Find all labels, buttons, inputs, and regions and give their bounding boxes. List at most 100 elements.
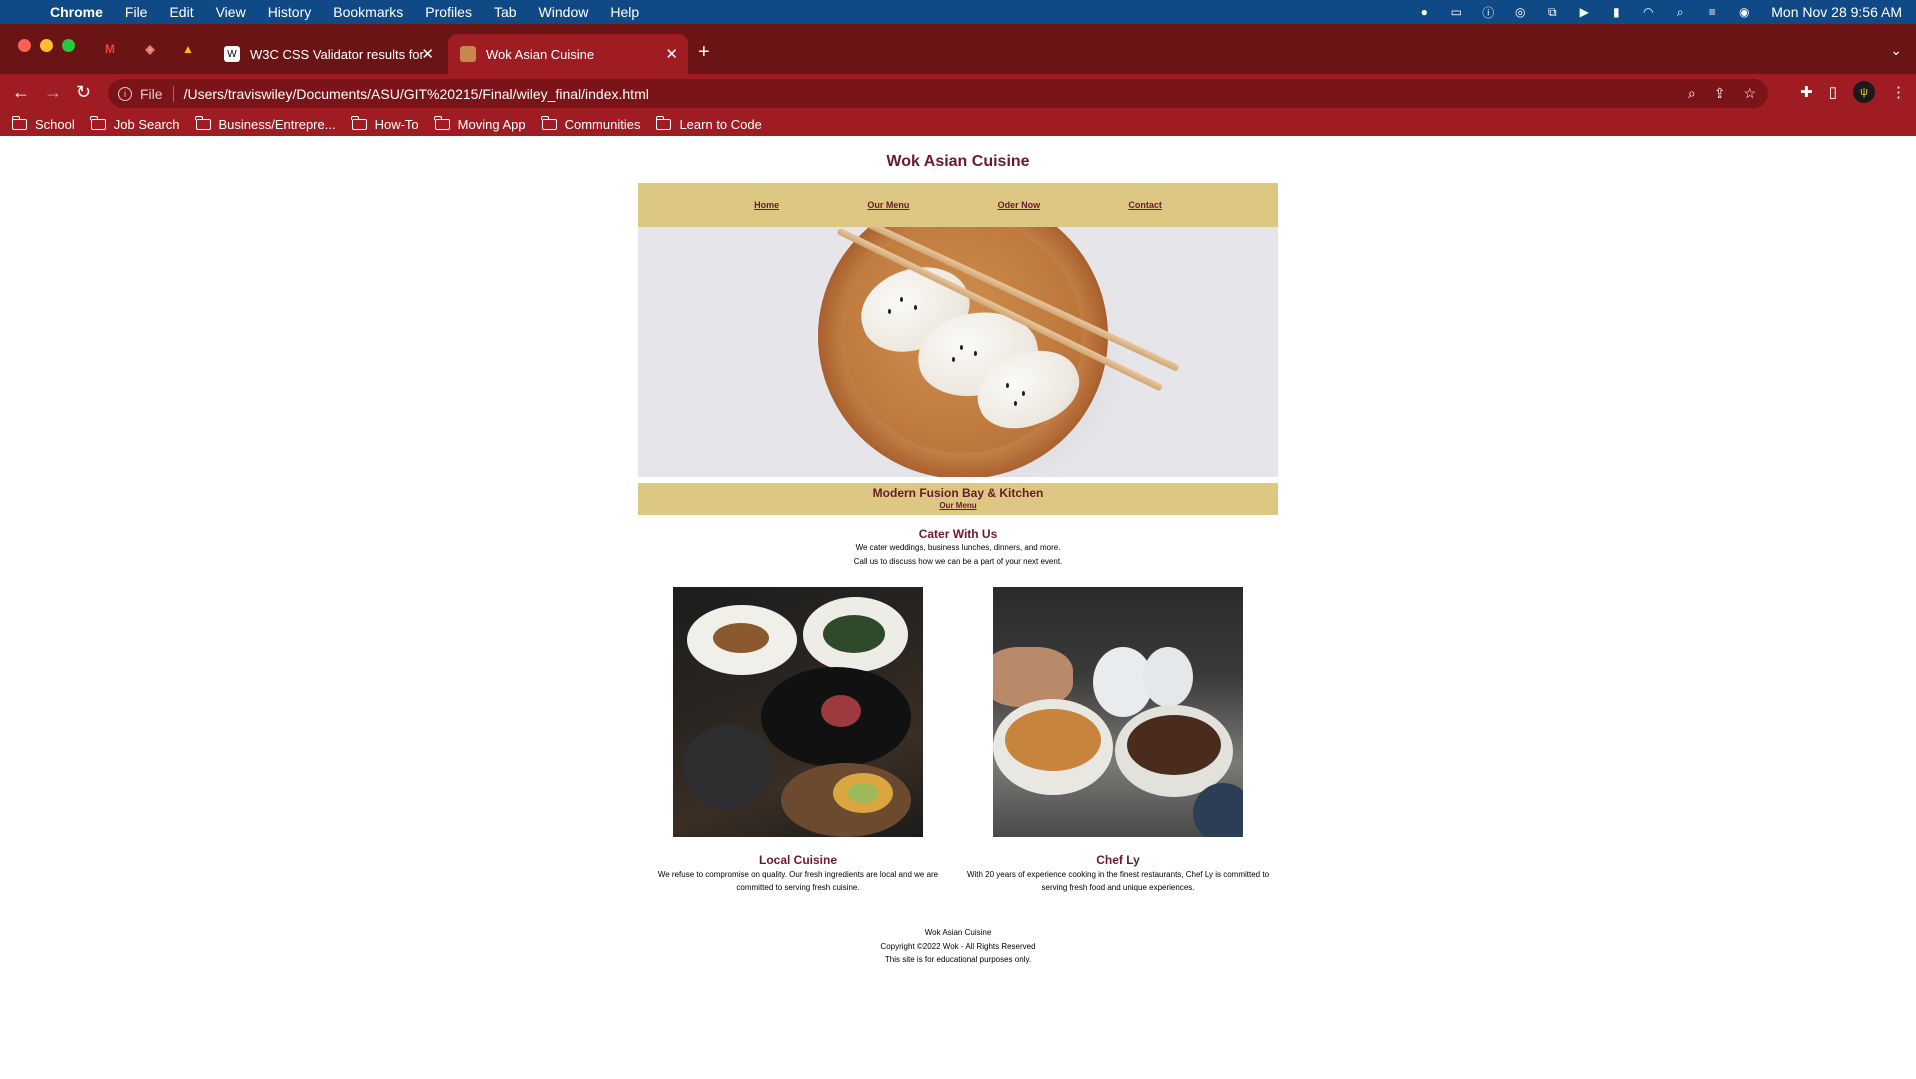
new-tab-icon[interactable]: + bbox=[698, 42, 710, 62]
bookmark-label: Business/Entrepre... bbox=[218, 116, 336, 132]
footer-site-name: Wok Asian Cuisine bbox=[924, 928, 992, 937]
profile-avatar[interactable]: ψ bbox=[1853, 81, 1875, 103]
menu-window[interactable]: Window bbox=[539, 4, 589, 20]
menu-help[interactable]: Help bbox=[610, 4, 639, 20]
close-tab-icon[interactable]: ✕ bbox=[665, 45, 678, 63]
footer-disclaimer: This site is for educational purposes on… bbox=[884, 955, 1032, 964]
menu-view[interactable]: View bbox=[216, 4, 246, 20]
window-controls bbox=[18, 39, 75, 52]
bookmarks-bar: School Job Search Business/Entrepre... H… bbox=[0, 112, 1916, 136]
bookmark-label: How-To bbox=[374, 116, 419, 132]
menubar-clock[interactable]: Mon Nov 28 9:56 AM bbox=[1771, 4, 1902, 20]
folder-icon bbox=[541, 115, 557, 130]
sesame-seed bbox=[1014, 401, 1017, 406]
sesame-seed bbox=[888, 309, 891, 314]
site-container: Wok Asian Cuisine Home Our Menu Oder Now… bbox=[638, 136, 1278, 967]
bookmark-folder-business[interactable]: Business/Entrepre... bbox=[195, 115, 336, 132]
bookmark-folder-moving-app[interactable]: Moving App bbox=[434, 115, 526, 132]
broth bbox=[1127, 715, 1221, 775]
tagline-menu-link[interactable]: Our Menu bbox=[638, 501, 1278, 510]
address-separator bbox=[172, 85, 174, 102]
bookmark-label: Communities bbox=[564, 116, 641, 132]
back-arrow-icon[interactable]: ← bbox=[12, 83, 30, 101]
bookmark-star-icon[interactable]: ☆ bbox=[1743, 85, 1756, 102]
nav-link-our-menu[interactable]: Our Menu bbox=[867, 200, 909, 210]
menu-edit[interactable]: Edit bbox=[169, 4, 193, 20]
tagline-text: Modern Fusion Bay & Kitchen bbox=[872, 486, 1044, 500]
card-local-cuisine: Local Cuisine We refuse to compromise on… bbox=[638, 587, 958, 894]
feature-cards: Local Cuisine We refuse to compromise on… bbox=[638, 587, 1278, 894]
menu-bookmarks[interactable]: Bookmarks bbox=[333, 4, 403, 20]
card-text: We refuse to compromise on quality. Our … bbox=[657, 870, 939, 892]
bookmark-label: Learn to Code bbox=[679, 116, 762, 132]
cater-line-2: Call us to discuss how we can be a part … bbox=[853, 557, 1063, 566]
maximize-window-button[interactable] bbox=[62, 39, 75, 52]
tab-title: W3C CSS Validator results for bbox=[250, 46, 424, 62]
bookmark-folder-learn-to-code[interactable]: Learn to Code bbox=[655, 115, 762, 132]
bookmark-folder-school[interactable]: School bbox=[11, 115, 75, 132]
broth bbox=[1005, 709, 1101, 771]
cater-heading: Cater With Us bbox=[918, 527, 998, 541]
tab-wok-asian-cuisine[interactable]: Wok Asian Cuisine ✕ bbox=[448, 34, 688, 74]
chrome-menu-icon[interactable]: ⋮ bbox=[1891, 83, 1906, 101]
extensions-puzzle-icon[interactable]: ✚ bbox=[1800, 83, 1813, 101]
close-window-button[interactable] bbox=[18, 39, 31, 52]
bookmark-label: School bbox=[35, 116, 75, 132]
zoom-icon[interactable]: ⌕ bbox=[1688, 85, 1696, 102]
cater-line-1: We cater weddings, business lunches, din… bbox=[855, 543, 1061, 552]
local-cuisine-photo bbox=[673, 587, 923, 837]
address-scheme-label: File bbox=[140, 85, 163, 102]
site-footer: Wok Asian Cuisine Copyright ©2022 Wok - … bbox=[638, 926, 1278, 967]
cater-section: Cater With Us We cater weddings, busines… bbox=[638, 527, 1278, 569]
screen-mirror-icon[interactable]: ⧉ bbox=[1543, 5, 1561, 19]
site-info-icon[interactable]: i bbox=[118, 86, 132, 101]
battery-icon[interactable]: ▮ bbox=[1607, 5, 1625, 19]
reload-icon[interactable]: ↻ bbox=[76, 83, 91, 101]
control-center-icon[interactable]: ≡ bbox=[1703, 5, 1721, 19]
nav-link-order-now[interactable]: Oder Now bbox=[998, 200, 1041, 210]
spotlight-search-icon[interactable]: ⌕ bbox=[1671, 5, 1689, 19]
w3c-favicon-icon: W bbox=[224, 46, 240, 62]
menu-tab[interactable]: Tab bbox=[494, 4, 517, 20]
menu-profiles[interactable]: Profiles bbox=[425, 4, 472, 20]
info-icon[interactable]: ⓘ bbox=[1479, 5, 1497, 20]
pinned-tab-icon[interactable]: ◈ bbox=[140, 39, 160, 59]
menu-history[interactable]: History bbox=[268, 4, 312, 20]
share-icon[interactable]: ⇪ bbox=[1714, 85, 1726, 102]
menubar-status-area: ● ▭ ⓘ ◎ ⧉ ▶ ▮ ◠ ⌕ ≡ ◉ Mon Nov 28 9:56 AM bbox=[1415, 0, 1902, 24]
nav-link-contact[interactable]: Contact bbox=[1128, 200, 1162, 210]
menu-file[interactable]: File bbox=[125, 4, 148, 20]
bookmark-folder-communities[interactable]: Communities bbox=[541, 115, 641, 132]
display-icon[interactable]: ▭ bbox=[1447, 5, 1465, 19]
menu-app-name[interactable]: Chrome bbox=[50, 4, 103, 20]
notification-icon[interactable]: ● bbox=[1415, 5, 1433, 19]
bookmark-folder-job-search[interactable]: Job Search bbox=[90, 115, 180, 132]
web-page-viewport: Wok Asian Cuisine Home Our Menu Oder Now… bbox=[0, 136, 1916, 1079]
siri-icon[interactable]: ◉ bbox=[1735, 5, 1753, 19]
gmail-pinned-tab-icon[interactable]: M bbox=[100, 39, 120, 59]
nav-link-home[interactable]: Home bbox=[754, 200, 779, 210]
omnibox-actions: ⌕ ⇪ ☆ bbox=[1688, 85, 1756, 102]
sesame-seed bbox=[900, 297, 903, 302]
browser-tab-strip: M ◈ ▲ W W3C CSS Validator results for ✕ … bbox=[0, 24, 1916, 74]
tab-w3c-validator[interactable]: W W3C CSS Validator results for ✕ bbox=[212, 34, 444, 74]
side-panel-icon[interactable]: ▯ bbox=[1829, 83, 1837, 101]
close-tab-icon[interactable]: ✕ bbox=[421, 45, 434, 63]
tab-search-chevron-icon[interactable]: ⌄ bbox=[1890, 42, 1902, 59]
creative-cloud-icon[interactable]: ◎ bbox=[1511, 5, 1529, 19]
google-drive-pinned-tab-icon[interactable]: ▲ bbox=[178, 39, 198, 59]
folder-icon bbox=[90, 115, 106, 130]
address-url[interactable]: /Users/traviswiley/Documents/ASU/GIT%202… bbox=[184, 86, 649, 102]
bookmark-label: Moving App bbox=[457, 116, 526, 132]
wifi-icon[interactable]: ◠ bbox=[1639, 5, 1657, 19]
minimize-window-button[interactable] bbox=[40, 39, 53, 52]
folder-icon bbox=[351, 115, 367, 130]
hero-image-dumplings bbox=[638, 227, 1278, 477]
address-bar[interactable]: i File /Users/traviswiley/Documents/ASU/… bbox=[108, 79, 1768, 108]
teapot bbox=[683, 725, 773, 809]
forward-arrow-icon[interactable]: → bbox=[44, 83, 62, 101]
bookmark-label: Job Search bbox=[113, 116, 180, 132]
play-icon[interactable]: ▶ bbox=[1575, 5, 1593, 19]
bookmark-folder-how-to[interactable]: How-To bbox=[351, 115, 419, 132]
toolbar-right-actions: ✚ ▯ ψ ⋮ bbox=[1800, 81, 1906, 103]
